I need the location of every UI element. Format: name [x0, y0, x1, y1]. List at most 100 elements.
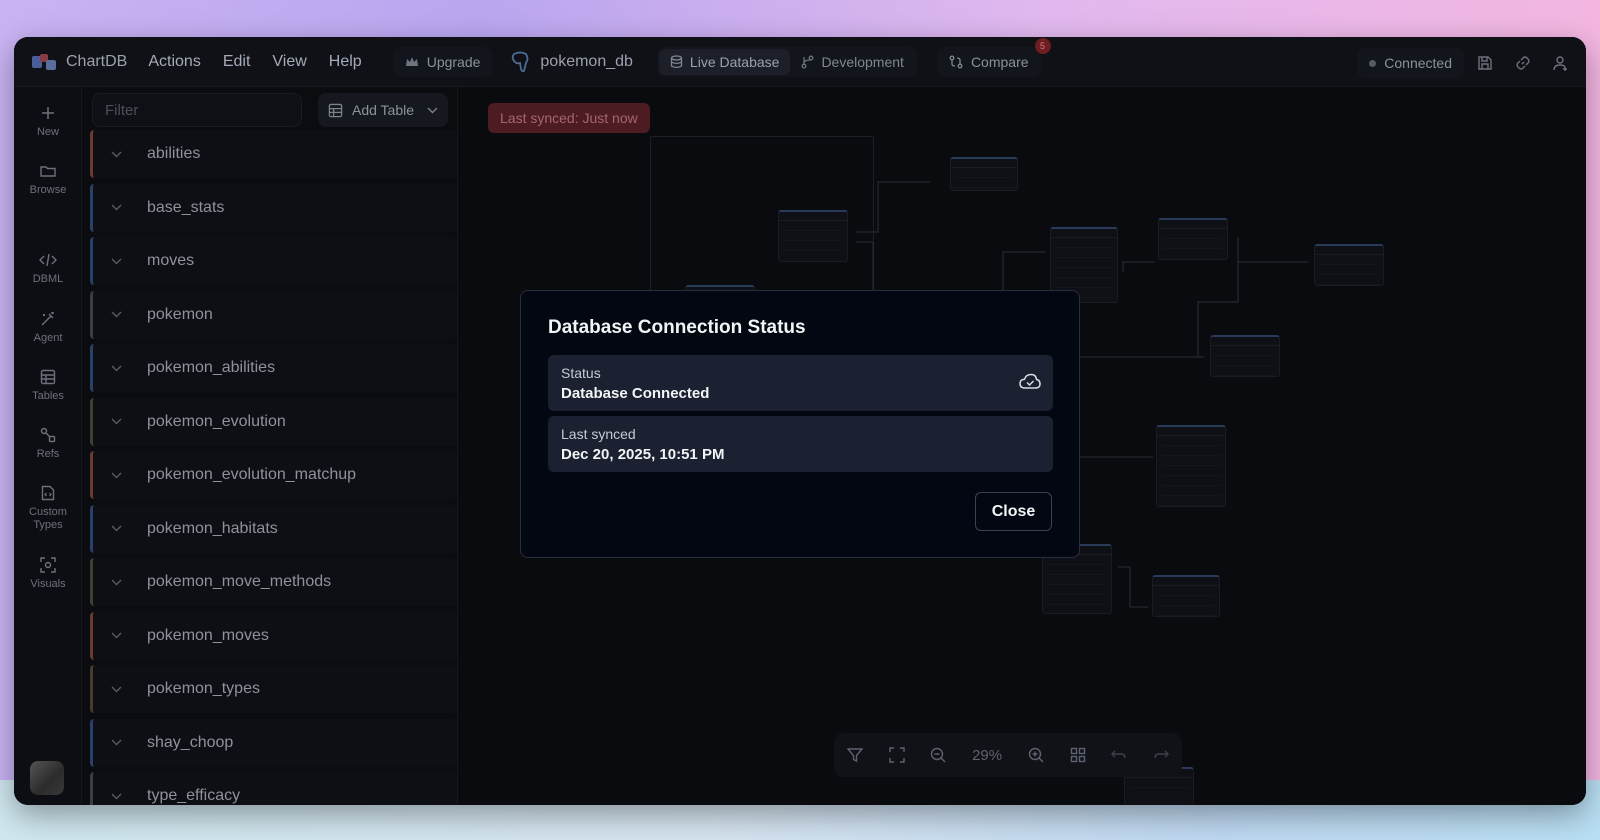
- table-row[interactable]: pokemon_moves: [90, 611, 457, 660]
- table-icon: [40, 369, 56, 385]
- chevron-down-icon[interactable]: [99, 472, 133, 479]
- table-row[interactable]: pokemon_move_methods: [90, 558, 457, 606]
- upgrade-label: Upgrade: [426, 53, 481, 70]
- compare-button[interactable]: Compare 5: [936, 37, 1051, 77]
- chevron-down-icon[interactable]: [99, 204, 133, 211]
- save-button[interactable]: [1470, 48, 1500, 78]
- add-table-button[interactable]: Add Table: [318, 93, 448, 127]
- table-row[interactable]: abilities: [90, 130, 457, 178]
- chevron-down-icon[interactable]: [99, 579, 133, 586]
- rail-visuals-label: Visuals: [30, 578, 66, 590]
- fit-view-icon[interactable]: [888, 747, 905, 763]
- diagram-table-type-efficacy[interactable]: [1314, 244, 1384, 286]
- chevron-down-icon[interactable]: [99, 686, 133, 693]
- rail-refs[interactable]: Refs: [14, 427, 82, 461]
- menu-help[interactable]: Help: [318, 53, 373, 71]
- chevron-down-icon[interactable]: [99, 632, 133, 639]
- rail-visuals[interactable]: Visuals: [14, 557, 82, 591]
- add-table-label: Add Table: [352, 102, 415, 118]
- diagram-table-pokemon-abilities[interactable]: [778, 210, 848, 262]
- rail-custom-types[interactable]: Custom Types: [14, 485, 82, 532]
- canvas-toolbar: 29%: [834, 733, 1182, 777]
- diagram-table-base-stats[interactable]: [1156, 425, 1226, 507]
- table-name: pokemon_habitats: [147, 519, 278, 537]
- chevron-down-icon[interactable]: [99, 365, 133, 372]
- chevron-down-icon[interactable]: [99, 311, 133, 318]
- table-row[interactable]: pokemon_abilities: [90, 344, 457, 392]
- table-row[interactable]: pokemon: [90, 290, 457, 339]
- database-name: pokemon_db: [540, 52, 633, 70]
- diagram-table-pokemon-types[interactable]: [1210, 335, 1280, 377]
- table-row[interactable]: pokemon_habitats: [90, 504, 457, 553]
- close-button[interactable]: Close: [975, 492, 1052, 531]
- database-selector[interactable]: pokemon_db: [510, 51, 633, 73]
- zoom-in-icon[interactable]: [1028, 747, 1044, 763]
- table-row[interactable]: pokemon_evolution_matchup: [90, 451, 457, 499]
- live-database-tab[interactable]: Live Database: [658, 48, 791, 75]
- menu-bar: Actions Edit View Help: [137, 53, 372, 71]
- rail-agent[interactable]: Agent: [14, 311, 82, 345]
- table-name: pokemon_abilities: [147, 359, 276, 376]
- diagram-table-abilities[interactable]: [950, 157, 1018, 191]
- chevron-down-icon[interactable]: [99, 793, 133, 800]
- top-bar: ChartDB Actions Edit View Help Upgrade p…: [14, 37, 1586, 87]
- magic-wand-icon: [41, 312, 54, 326]
- development-tab[interactable]: Development: [790, 49, 915, 75]
- table-icon: [328, 103, 343, 117]
- upgrade-button[interactable]: Upgrade: [392, 46, 493, 77]
- chevron-down-icon[interactable]: [99, 739, 133, 746]
- tables-sidebar: Filter Add Table abilities base_statsmove…: [82, 87, 458, 805]
- table-name: shay_choop: [147, 733, 234, 751]
- table-row[interactable]: moves: [90, 237, 457, 285]
- status-value: Database Connected: [561, 385, 710, 402]
- rail-dbml[interactable]: DBML: [14, 252, 82, 286]
- share-link-button[interactable]: [1508, 48, 1538, 78]
- table-name: type_efficacy: [147, 787, 241, 804]
- last-synced-label: Last synced: [561, 426, 636, 442]
- link-icon: [1516, 56, 1530, 70]
- file-code-icon: [41, 485, 55, 501]
- avatar[interactable]: [30, 761, 64, 795]
- undo-icon[interactable]: [1111, 747, 1127, 763]
- rail-tables-label: Tables: [32, 390, 64, 402]
- grid-icon[interactable]: [1070, 747, 1086, 763]
- diagram-table-pokemon-habitats[interactable]: [1152, 575, 1220, 617]
- chevron-down-icon[interactable]: [427, 107, 438, 114]
- menu-edit[interactable]: Edit: [212, 53, 262, 71]
- chevron-down-icon[interactable]: [99, 418, 133, 425]
- status-label: Status: [561, 365, 601, 381]
- table-row[interactable]: pokemon_evolution: [90, 397, 457, 446]
- last-synced-card: Last synced Dec 20, 2025, 10:51 PM: [548, 416, 1053, 472]
- rail-new[interactable]: New: [14, 105, 82, 139]
- menu-actions[interactable]: Actions: [137, 53, 211, 71]
- table-row[interactable]: pokemon_types: [90, 665, 457, 713]
- account-button[interactable]: [1546, 48, 1576, 78]
- redo-icon[interactable]: [1153, 747, 1170, 763]
- database-icon: [670, 54, 683, 68]
- filter-input[interactable]: Filter: [92, 93, 302, 127]
- chevron-down-icon[interactable]: [99, 151, 133, 158]
- compare-label: Compare: [970, 53, 1029, 70]
- menu-view[interactable]: View: [261, 53, 317, 71]
- diagram-table-types[interactable]: [1158, 218, 1228, 260]
- logo[interactable]: ChartDB: [32, 53, 127, 71]
- zoom-out-icon[interactable]: [930, 747, 946, 763]
- rail-dbml-label: DBML: [32, 273, 64, 285]
- chevron-down-icon[interactable]: [99, 525, 133, 532]
- user-icon: [1553, 56, 1567, 71]
- table-row[interactable]: base_stats: [90, 183, 457, 232]
- connection-status-label: Connected: [1384, 55, 1452, 71]
- status-dot-icon: [1369, 59, 1377, 67]
- rail-new-label: New: [36, 126, 59, 138]
- table-name: pokemon_moves: [147, 626, 269, 644]
- last-synced-pill[interactable]: Last synced: Just now: [488, 103, 650, 133]
- chevron-down-icon[interactable]: [99, 258, 133, 265]
- relationship-icon: [40, 427, 56, 443]
- table-row[interactable]: shay_choop: [90, 718, 457, 767]
- table-row[interactable]: type_efficacy: [90, 772, 457, 805]
- connection-status-button[interactable]: Connected: [1357, 48, 1464, 78]
- rail-browse[interactable]: Browse: [14, 163, 82, 197]
- filter-icon[interactable]: [846, 747, 863, 763]
- rail-tables[interactable]: Tables: [14, 369, 82, 403]
- table-list: abilities base_statsmoves pokemon pokemon_a…: [90, 130, 457, 805]
